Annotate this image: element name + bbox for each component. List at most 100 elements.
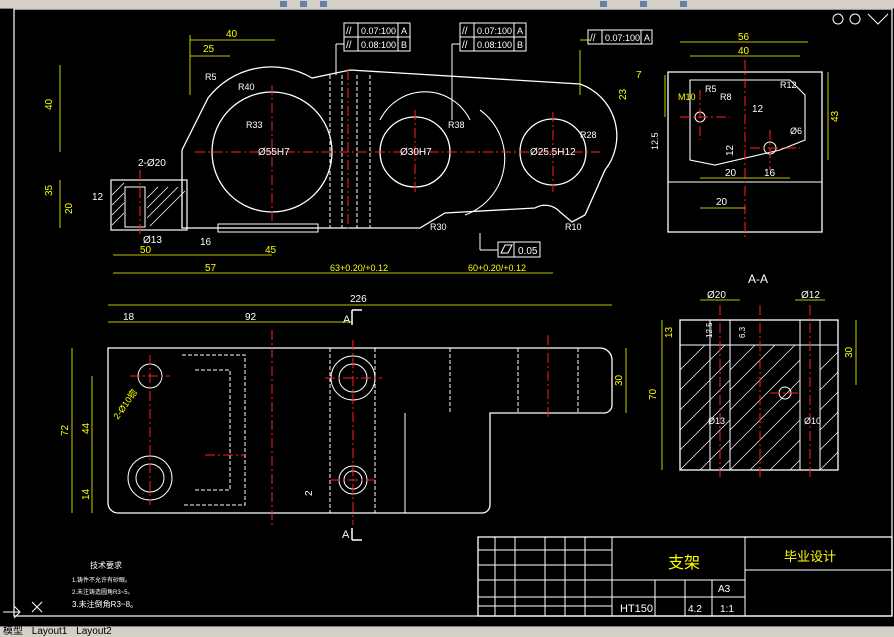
cad-drawing-canvas[interactable]: 40 25 40 35 20 50 45 57 63+0.20/+0.12 60… <box>0 0 894 636</box>
top-view <box>71 304 627 541</box>
side-radius-r8: R8 <box>720 92 732 102</box>
front-slot-13: Ø13 <box>143 235 162 246</box>
svg-text:0.08:100: 0.08:100 <box>477 40 512 50</box>
side-hole-6: Ø6 <box>790 126 802 136</box>
tech-notes-line-3: 3.未注倒角R3~8。 <box>72 599 138 609</box>
orbit-icon[interactable] <box>849 13 861 25</box>
svg-text:A: A <box>644 33 650 43</box>
svg-text:B: B <box>401 40 407 50</box>
front-dim-40: 40 <box>226 29 238 40</box>
view-toggle-icon[interactable] <box>867 13 889 25</box>
side-dim-40: 40 <box>738 46 750 57</box>
svg-text:A: A <box>401 26 407 36</box>
side-dim-12b: 12 <box>725 144 736 156</box>
side-thread-m10: M10 <box>678 92 696 102</box>
svg-text://: // <box>346 40 352 51</box>
side-dim-7: 7 <box>636 70 642 81</box>
section-dim-d12: Ø12 <box>801 290 820 301</box>
tech-notes-line-2: 2.未注铸造圆角R3~5。 <box>72 588 134 596</box>
side-radius-r12: R12 <box>780 80 797 90</box>
title-project: 毕业设计 <box>784 549 836 564</box>
front-radius-r28: R28 <box>580 130 597 140</box>
svg-text://: // <box>346 26 352 37</box>
front-dim-20: 20 <box>64 202 75 214</box>
side-dim-20: 20 <box>725 168 737 179</box>
svg-text://: // <box>462 26 468 37</box>
top-note-holes: 2-Ø10锪 <box>111 387 140 421</box>
tech-notes-heading: 技术要求 <box>90 560 122 570</box>
front-hole-25: Ø25.5H12 <box>530 147 576 158</box>
front-dim-63: 63+0.20/+0.12 <box>330 263 388 273</box>
front-dim-40v: 40 <box>44 98 55 110</box>
svg-text:0.08:100: 0.08:100 <box>361 40 396 50</box>
svg-text:0.07:100: 0.07:100 <box>477 26 512 36</box>
front-radius-r5: R5 <box>205 72 217 82</box>
front-slot-16: 16 <box>200 237 212 248</box>
front-dim-45: 45 <box>265 245 277 256</box>
front-dim-35: 35 <box>44 184 55 196</box>
front-dim-60: 60+0.20/+0.12 <box>468 263 526 273</box>
top-dim-92: 92 <box>245 312 257 323</box>
tolerance-frame-1: // 0.07:100 A // 0.08:100 B <box>335 22 411 75</box>
side-dim-43: 43 <box>830 110 841 122</box>
section-rough-2: 6.3 <box>738 326 747 338</box>
section-dim-13: 13 <box>664 326 675 338</box>
front-radius-r38: R38 <box>448 120 465 130</box>
front-radius-r10: R10 <box>565 222 582 232</box>
section-dim-d10: Ø10 <box>804 416 821 426</box>
side-dim-23: 23 <box>618 88 629 100</box>
section-title: A-A <box>748 272 768 286</box>
side-dim-12-5: 12.5 <box>650 132 660 150</box>
front-slot-note: 2-Ø20 <box>138 158 166 169</box>
viewport-controls[interactable] <box>832 13 889 25</box>
section-dim-d20: Ø20 <box>707 290 726 301</box>
title-part-name: 支架 <box>668 554 700 572</box>
front-slot-12: 12 <box>92 192 104 203</box>
side-radius-r5: R5 <box>705 84 717 94</box>
title-qty: 4.2 <box>688 604 702 615</box>
tech-notes-line-1: 1.铸件不允许有砂眼。 <box>72 576 131 584</box>
svg-text://: // <box>462 40 468 51</box>
side-dim-16: 16 <box>764 168 776 179</box>
section-dim-30: 30 <box>844 346 855 358</box>
side-dim-12a: 12 <box>752 104 764 115</box>
title-sheet: A3 <box>718 584 731 595</box>
section-mark-top: A <box>343 314 351 326</box>
tolerance-frame-3: // 0.07:100 A <box>587 29 653 45</box>
svg-text:A: A <box>517 26 523 36</box>
title-material: HT150 <box>620 603 653 615</box>
svg-text:B: B <box>517 40 523 50</box>
front-hole-30: Ø30H7 <box>400 147 432 158</box>
front-radius-r40: R40 <box>238 82 255 92</box>
zoom-icon[interactable] <box>832 13 844 25</box>
front-dim-25: 25 <box>203 44 215 55</box>
top-dim-44: 44 <box>81 422 92 434</box>
side-view <box>664 41 829 240</box>
front-dim-50: 50 <box>140 245 152 256</box>
front-hole-55: Ø55H7 <box>258 147 290 158</box>
flatness-value: 0.05 <box>518 246 538 257</box>
top-dim-72: 72 <box>60 424 71 436</box>
front-radius-r30: R30 <box>430 222 447 232</box>
section-view <box>661 299 857 480</box>
front-radius-r33: R33 <box>246 120 263 130</box>
section-rough-1: 12.5 <box>705 322 714 338</box>
side-dim-20b: 20 <box>716 197 728 208</box>
section-dim-70: 70 <box>648 388 659 400</box>
svg-text:0.07:100: 0.07:100 <box>605 33 640 43</box>
svg-text:0.07:100: 0.07:100 <box>361 26 396 36</box>
top-dim-226: 226 <box>350 294 367 305</box>
side-dim-56: 56 <box>738 32 750 43</box>
title-scale: 1:1 <box>720 604 734 615</box>
top-dim-18: 18 <box>123 312 135 323</box>
svg-text://: // <box>590 33 596 44</box>
top-dim-30: 30 <box>614 374 625 386</box>
flatness-frame: 0.05 <box>479 233 541 258</box>
layout-tabs[interactable]: 模型 Layout1 Layout2 <box>0 626 894 637</box>
section-mark-bottom: A <box>342 529 350 541</box>
top-dim-14: 14 <box>81 488 92 500</box>
section-dim-d13: Ø13 <box>708 416 725 426</box>
front-dim-57: 57 <box>205 263 217 274</box>
tolerance-frame-2: // 0.07:100 A // 0.08:100 B <box>451 22 527 120</box>
top-dim-2: 2 <box>304 490 315 496</box>
